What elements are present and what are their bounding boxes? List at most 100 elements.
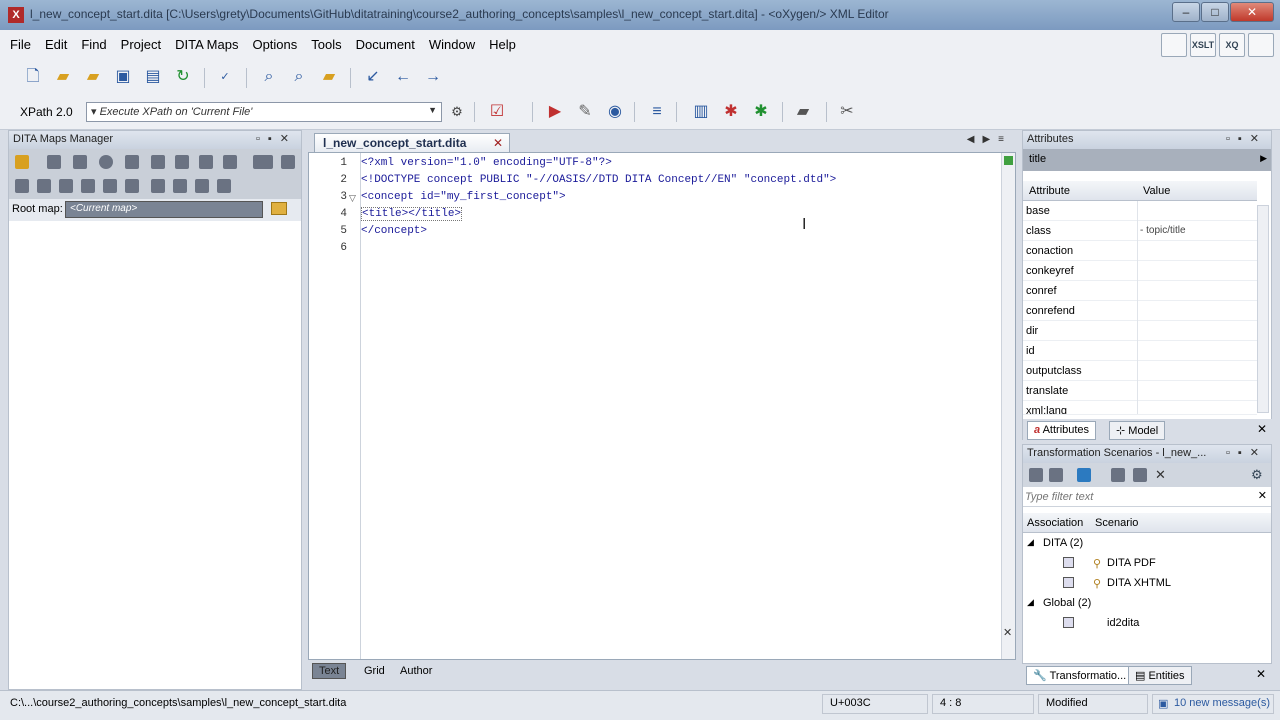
association-checkbox[interactable] <box>1063 557 1074 568</box>
menu-tools[interactable]: Tools <box>311 37 341 52</box>
move-up-icon[interactable] <box>151 179 165 193</box>
expand-icon[interactable]: ◢ <box>1027 537 1034 548</box>
map-refs-icon[interactable] <box>199 155 213 169</box>
insert-table-icon[interactable] <box>59 179 73 193</box>
close-panel-icon[interactable]: ✕ <box>1256 667 1266 681</box>
validate-icon[interactable]: ☑ <box>486 101 508 123</box>
association-checkbox[interactable] <box>1063 617 1074 628</box>
table-row[interactable]: xml:lang <box>1023 401 1257 415</box>
panel-controls[interactable]: ▫▪✕ <box>256 132 297 145</box>
close-tab-icon[interactable]: ✕ <box>493 136 503 150</box>
map-settings-icon[interactable] <box>125 155 139 169</box>
edit-scenario-icon[interactable] <box>1111 468 1125 482</box>
attributes-scrollbar[interactable] <box>1257 205 1269 413</box>
transform-map-icon[interactable] <box>99 155 113 169</box>
tab-transformation[interactable]: 🔧 Transformatio... <box>1026 666 1134 685</box>
add-scenario-icon[interactable] <box>1077 468 1091 482</box>
save-all-icon[interactable]: ▤ <box>142 66 164 88</box>
move-down-icon[interactable] <box>173 179 187 193</box>
delete-icon[interactable] <box>125 179 139 193</box>
menu-project[interactable]: Project <box>121 37 161 52</box>
clear-filter-icon[interactable]: ✕ <box>1258 489 1267 502</box>
map-view-icon[interactable] <box>253 155 273 169</box>
map-gear-icon[interactable] <box>281 155 295 169</box>
xml-text-editor[interactable]: 1 2 3 ▽ 4 5 6 <?xml version="1.0" encodi… <box>308 152 1016 660</box>
xpath-version-dropdown[interactable]: XPath 2.0 <box>20 105 73 119</box>
back-arrow-icon[interactable]: ← <box>392 66 414 88</box>
tab-author[interactable]: Author <box>400 665 432 677</box>
menu-dita-maps[interactable]: DITA Maps <box>175 37 238 52</box>
new-file-icon[interactable]: 🗋 <box>22 66 44 88</box>
tab-attributes[interactable]: a Attributes <box>1027 421 1097 440</box>
pin-icon[interactable]: ✱ <box>720 101 742 123</box>
oxygen-app-icon[interactable]: X <box>8 7 24 23</box>
map-link-icon[interactable] <box>175 155 189 169</box>
open-map-icon[interactable] <box>15 155 29 169</box>
menu-document[interactable]: Document <box>356 37 415 52</box>
insert-topic-icon[interactable] <box>15 179 29 193</box>
column-association[interactable]: Association <box>1027 517 1083 529</box>
status-messages[interactable]: 10 new message(s) <box>1174 697 1270 709</box>
table-row[interactable]: base <box>1023 201 1257 221</box>
vertical-scrollbar[interactable]: ✕ <box>1001 153 1015 659</box>
filter-input[interactable] <box>1025 489 1245 505</box>
maximize-button[interactable]: □ <box>1201 2 1229 22</box>
panel-controls[interactable]: ▫▪✕ <box>1226 446 1267 459</box>
tab-entities[interactable]: ▤ Entities <box>1128 666 1192 685</box>
tab-grid[interactable]: Grid <box>364 665 385 677</box>
expand-icon[interactable]: ◢ <box>1027 597 1034 608</box>
menu-edit[interactable]: Edit <box>45 37 67 52</box>
table-row[interactable]: conkeyref <box>1023 261 1257 281</box>
map-tool-icon[interactable] <box>73 155 87 169</box>
table-row[interactable]: conref <box>1023 281 1257 301</box>
map-filter-icon[interactable] <box>223 155 237 169</box>
minimize-button[interactable]: – <box>1172 2 1200 22</box>
root-map-select[interactable]: <Current map> <box>65 201 263 218</box>
save-icon[interactable]: ▣ <box>112 66 134 88</box>
menu-file[interactable]: File <box>10 37 31 52</box>
edit-properties-icon[interactable] <box>103 179 117 193</box>
browse-folder-icon[interactable] <box>271 202 287 215</box>
tab-l-new-concept-start[interactable]: l_new_concept_start.dita ✕ <box>314 133 510 152</box>
xslt-debugger-icon[interactable]: XSLT <box>1190 33 1216 57</box>
open-url-icon[interactable]: ▰ <box>82 66 104 88</box>
table-row[interactable]: id <box>1023 341 1257 361</box>
chevron-right-icon[interactable]: ▶ <box>1260 153 1267 164</box>
tools-icon[interactable]: ✂ <box>836 101 858 123</box>
tree-group-dita[interactable]: ◢ DITA (2) <box>1023 533 1271 553</box>
last-edit-icon[interactable]: ↙ <box>362 66 384 88</box>
configure-transformation-icon[interactable]: ✎ <box>574 101 596 123</box>
tab-text[interactable]: Text <box>312 663 347 679</box>
close-markers-icon[interactable]: ✕ <box>1003 626 1012 639</box>
debug-icon[interactable]: ◉ <box>604 101 626 123</box>
pin-green-icon[interactable]: ✱ <box>750 101 772 123</box>
close-window-button[interactable]: ✕ <box>1230 2 1274 22</box>
map-validate-icon[interactable] <box>151 155 165 169</box>
panel-controls[interactable]: ▫▪✕ <box>1226 132 1267 145</box>
scenario-item[interactable]: id2dita <box>1023 613 1271 633</box>
insert-list-icon[interactable] <box>37 179 51 193</box>
column-attribute[interactable]: Attribute <box>1029 185 1070 197</box>
association-checkbox[interactable] <box>1063 577 1074 588</box>
scenario-item[interactable]: ⚲ DITA XHTML <box>1023 573 1271 593</box>
tree-group-global[interactable]: ◢ Global (2) <box>1023 593 1271 613</box>
apply-transformation-icon[interactable]: ▶ <box>544 101 566 123</box>
editor-perspective-icon[interactable] <box>1161 33 1187 57</box>
find-icon[interactable]: ⌕ <box>258 66 280 88</box>
database-perspective-icon[interactable] <box>1248 33 1274 57</box>
forward-arrow-icon[interactable]: → <box>422 66 444 88</box>
xquery-debugger-icon[interactable]: XQ <box>1219 33 1245 57</box>
save-map-icon[interactable] <box>47 155 61 169</box>
tab-navigation-icons[interactable]: ◀▶≡ <box>967 134 1012 145</box>
remove-scenario-icon[interactable]: ✕ <box>1155 468 1169 482</box>
chevron-down-icon[interactable]: ▼ <box>428 105 437 115</box>
messages-icon[interactable]: ▣ <box>1158 697 1168 710</box>
table-row[interactable]: translate <box>1023 381 1257 401</box>
menu-help[interactable]: Help <box>489 37 516 52</box>
fold-chevron-icon[interactable]: ▽ <box>349 193 356 204</box>
table-row[interactable]: class - topic/title <box>1023 221 1257 241</box>
scenario-item[interactable]: ⚲ DITA PDF <box>1023 553 1271 573</box>
find-replace-icon[interactable]: ▰ <box>318 66 340 88</box>
menu-window[interactable]: Window <box>429 37 475 52</box>
gear-icon[interactable]: ⚙ <box>446 101 468 123</box>
